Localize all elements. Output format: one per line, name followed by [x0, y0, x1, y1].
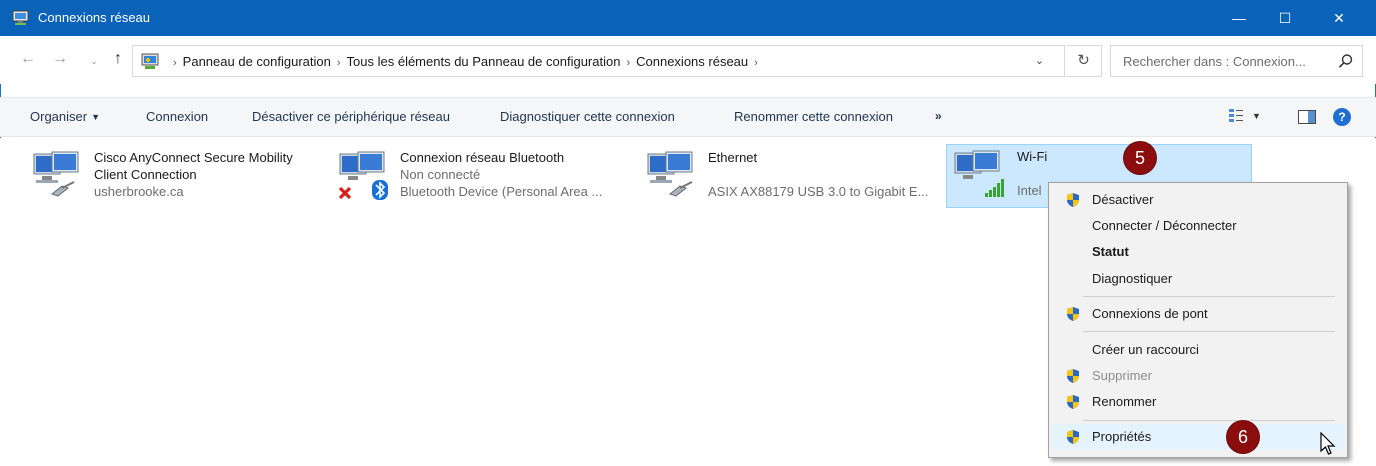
breadcrumb-all-items[interactable]: Tous les éléments du Panneau de configur…: [347, 54, 621, 69]
menu-item-label: Désactiver: [1092, 192, 1154, 207]
maximize-button[interactable]: ☐: [1262, 0, 1308, 36]
address-dropdown-icon[interactable]: ⌄: [1035, 54, 1044, 67]
connection-text: Ethernet ASIX AX88179 USB 3.0 to Gigabit…: [708, 149, 928, 200]
menu-separator: [1083, 331, 1335, 332]
uac-shield-icon: [1067, 395, 1079, 409]
connection-text: Connexion réseau Bluetooth Non connecté …: [400, 149, 602, 200]
menu-item-label: Supprimer: [1092, 368, 1152, 383]
organiser-button[interactable]: Organiser ▼: [30, 109, 100, 124]
search-icon[interactable]: [1338, 53, 1354, 69]
uac-shield-icon: [1067, 430, 1079, 444]
address-bar[interactable]: › Panneau de configuration › Tous les éléme…: [132, 45, 1065, 77]
network-adapter-icon: [33, 151, 79, 197]
diagnose-connection-button[interactable]: Diagnostiquer cette connexion: [500, 109, 675, 124]
breadcrumb-separator: ›: [173, 57, 177, 69]
search-box[interactable]: [1110, 45, 1363, 77]
menu-item-bridge[interactable]: Connexions de pont: [1051, 301, 1345, 327]
menu-item-label: Statut: [1092, 244, 1129, 259]
menu-separator: [1083, 420, 1335, 421]
organiser-label: Organiser: [30, 109, 88, 124]
menu-item-label: Connecter / Déconnecter: [1092, 218, 1237, 233]
organiser-caret-icon: ▼: [91, 112, 100, 122]
context-menu: Désactiver Connecter / Déconnecter Statu…: [1048, 182, 1348, 458]
breadcrumb: › Panneau de configuration › Tous les éléme…: [167, 54, 764, 69]
breadcrumb-separator[interactable]: ›: [626, 57, 630, 69]
step-badge-6: 6: [1227, 421, 1259, 453]
disable-device-button[interactable]: Désactiver ce périphérique réseau: [252, 109, 450, 124]
uac-shield-icon: [1067, 307, 1079, 321]
view-dropdown-icon[interactable]: ▼: [1252, 111, 1261, 121]
network-adapter-icon: [338, 151, 388, 200]
menu-item-properties[interactable]: Propriétés: [1051, 424, 1345, 450]
connection-name: Wi-Fi: [1017, 149, 1048, 164]
preview-pane-icon[interactable]: [1298, 110, 1316, 124]
breadcrumb-control-panel[interactable]: Panneau de configuration: [183, 54, 331, 69]
menu-item-status[interactable]: Statut: [1051, 239, 1345, 265]
window-title: Connexions réseau: [38, 10, 151, 25]
network-adapter-icon: [647, 151, 693, 197]
menu-separator: [1083, 296, 1335, 297]
menu-item-delete[interactable]: Supprimer: [1051, 363, 1345, 389]
connection-device: Intel: [1017, 183, 1042, 198]
recent-locations-chevron-icon[interactable]: ⌄: [84, 56, 104, 67]
back-button[interactable]: ←: [18, 50, 38, 68]
menu-item-diagnose[interactable]: Diagnostiquer: [1051, 266, 1345, 292]
mouse-pointer-icon: [1320, 432, 1336, 455]
connection-device: usherbrooke.ca: [94, 184, 184, 199]
menu-item-label: Connexions de pont: [1092, 306, 1208, 321]
connection-item-ethernet[interactable]: Ethernet ASIX AX88179 USB 3.0 to Gigabit…: [646, 146, 946, 210]
up-button[interactable]: ↑: [108, 50, 128, 68]
minimize-button[interactable]: —: [1216, 0, 1262, 36]
refresh-button[interactable]: ↻: [1066, 45, 1102, 77]
connection-device: ASIX AX88179 USB 3.0 to Gigabit E...: [708, 184, 929, 199]
connection-name: Ethernet: [708, 150, 758, 165]
close-button[interactable]: ✕: [1316, 0, 1362, 36]
rename-connection-button[interactable]: Renommer cette connexion: [734, 109, 893, 124]
breadcrumb-separator[interactable]: ›: [754, 57, 758, 69]
forward-button[interactable]: →: [50, 50, 70, 68]
network-adapter-icon: [954, 150, 1004, 197]
menu-item-connect-disconnect[interactable]: Connecter / Déconnecter: [1051, 213, 1345, 239]
menu-item-disable[interactable]: Désactiver: [1051, 187, 1345, 213]
connection-name-line2: Client Connection: [94, 167, 197, 182]
uac-shield-icon: [1067, 369, 1079, 383]
search-input[interactable]: [1111, 46, 1333, 76]
uac-shield-icon: [1067, 193, 1079, 207]
menu-item-label: Renommer: [1092, 394, 1157, 409]
connection-name: Cisco AnyConnect Secure Mobility: [94, 150, 293, 165]
help-icon[interactable]: ?: [1333, 108, 1351, 126]
network-connections-app-icon: [12, 10, 29, 25]
connection-device: Bluetooth Device (Personal Area ...: [400, 184, 603, 199]
command-bar: Organiser ▼ Connexion Désactiver ce périp…: [0, 97, 1376, 137]
control-panel-icon: [141, 53, 159, 69]
breadcrumb-separator[interactable]: ›: [337, 57, 341, 69]
connection-text: Cisco AnyConnect Secure Mobility Client …: [94, 149, 293, 200]
menu-item-label: Créer un raccourci: [1092, 342, 1199, 357]
change-view-icon[interactable]: [1228, 108, 1244, 124]
connection-status-blank: [708, 166, 928, 183]
more-commands-button[interactable]: »: [935, 109, 942, 123]
menu-item-label: Diagnostiquer: [1092, 271, 1173, 286]
connection-item-bluetooth[interactable]: Connexion réseau Bluetooth Non connecté …: [338, 146, 638, 210]
step-badge-5: 5: [1124, 142, 1156, 174]
menu-item-rename[interactable]: Renommer: [1051, 389, 1345, 415]
connection-item-cisco[interactable]: Cisco AnyConnect Secure Mobility Client …: [32, 146, 332, 210]
menu-item-create-shortcut[interactable]: Créer un raccourci: [1051, 337, 1345, 363]
title-bar[interactable]: Connexions réseau — ☐ ✕: [0, 0, 1376, 36]
address-row: ← → ⌄ ↑ › Panneau de configuration › Tous l…: [0, 36, 1376, 84]
connection-status-blank: [1017, 165, 1047, 182]
connexion-button[interactable]: Connexion: [146, 109, 208, 124]
connection-text: Wi-Fi Intel: [1017, 148, 1047, 199]
breadcrumb-network-connections[interactable]: Connexions réseau: [636, 54, 748, 69]
connection-name: Connexion réseau Bluetooth: [400, 150, 565, 165]
menu-item-label: Propriétés: [1092, 429, 1152, 444]
connection-status: Non connecté: [400, 167, 481, 182]
